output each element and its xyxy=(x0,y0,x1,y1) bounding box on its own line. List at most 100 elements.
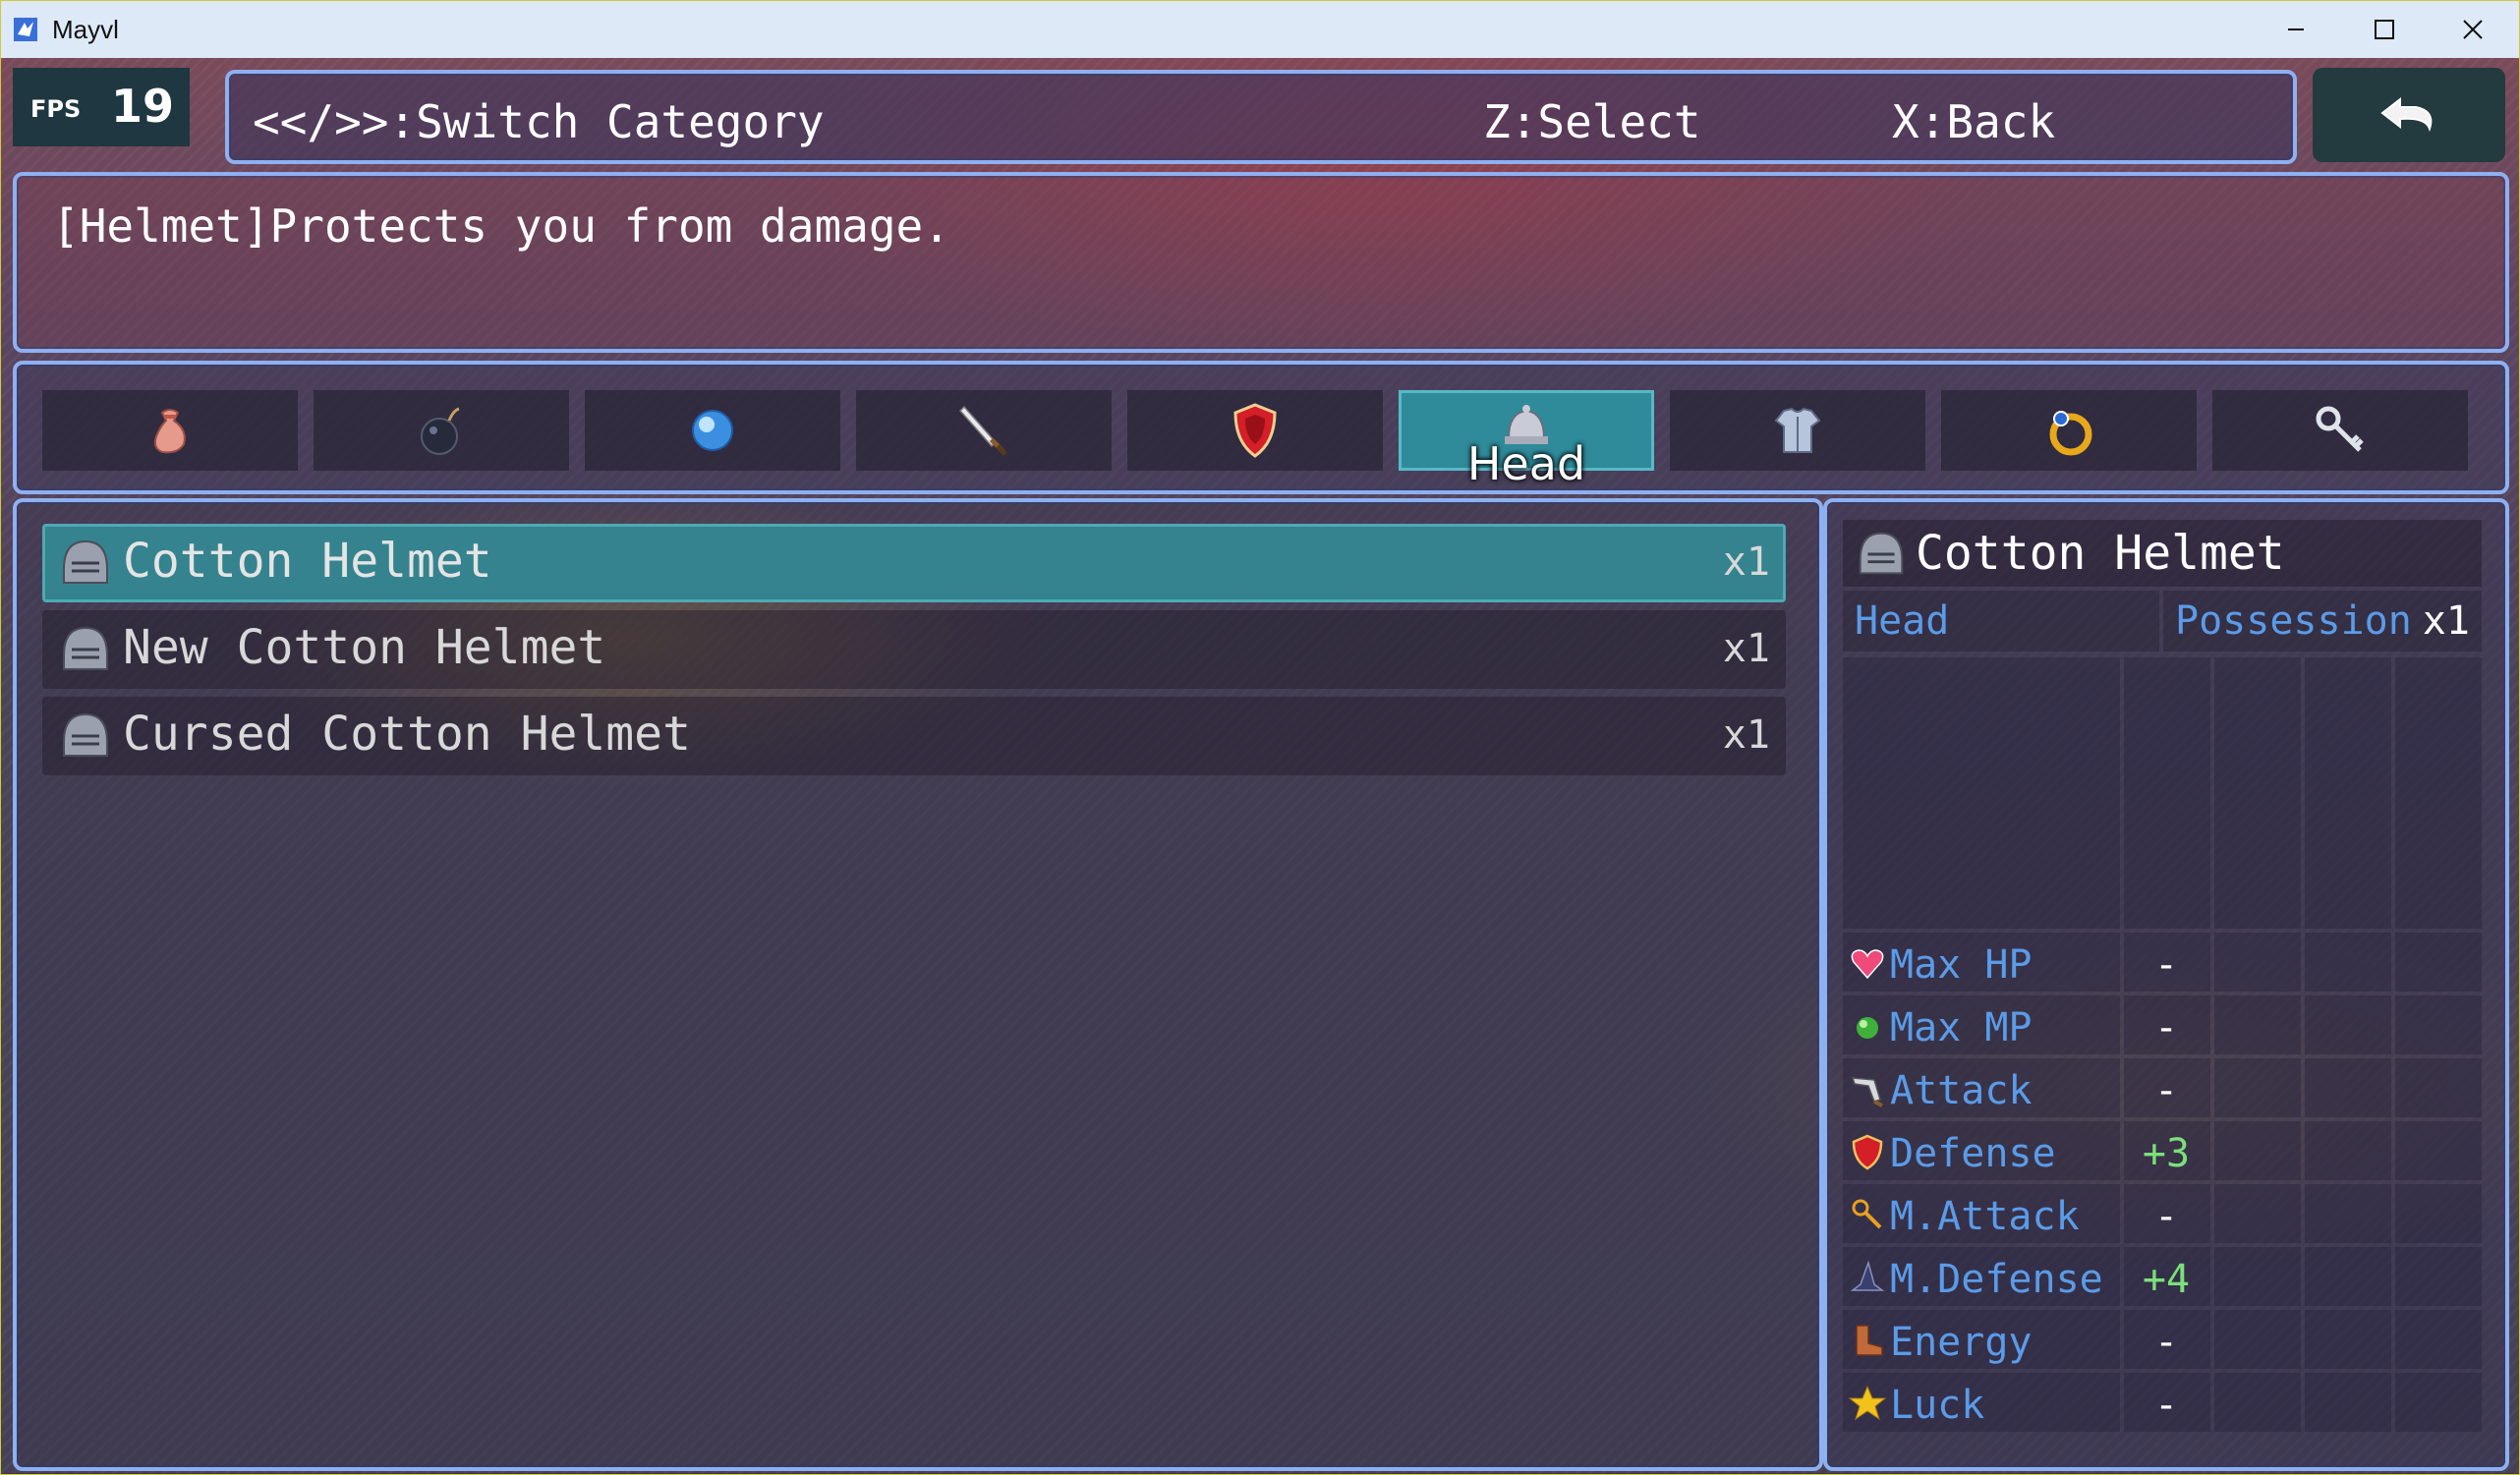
stat-empty-cell xyxy=(2214,1121,2301,1180)
wand-icon xyxy=(1852,1199,1882,1229)
close-button[interactable] xyxy=(2429,1,2517,58)
stat-empty-cell xyxy=(2395,995,2482,1054)
return-arrow-icon xyxy=(2380,96,2433,133)
item-list-window: Cotton Helmet x1 New Cotton Helmet x1 Cu… xyxy=(13,498,1823,1471)
help-select-text: Z:Select xyxy=(1483,95,1701,148)
helmet-icon xyxy=(63,539,108,584)
fps-value: 19 xyxy=(111,80,175,133)
stat-value: - xyxy=(2153,1005,2179,1050)
category-tab-shield[interactable] xyxy=(1127,390,1383,471)
stat-empty-cell xyxy=(2214,995,2301,1054)
stat-empty-cell xyxy=(2395,1310,2482,1369)
stat-name: Max HP xyxy=(1890,942,2033,988)
actor-column xyxy=(2305,657,2391,929)
list-item[interactable]: Cotton Helmet x1 xyxy=(42,524,1786,602)
back-button[interactable] xyxy=(2313,68,2505,162)
category-tab-head[interactable]: Head xyxy=(1399,390,1654,490)
minimize-button[interactable] xyxy=(2252,1,2340,58)
key-icon xyxy=(2316,406,2364,452)
stat-value-cell: - xyxy=(2124,1373,2210,1432)
stat-name: Defense xyxy=(1890,1131,2056,1176)
stat-value-cell: - xyxy=(2124,1310,2210,1369)
category-window: Head xyxy=(13,361,2509,494)
stat-empty-cell xyxy=(2305,1184,2391,1243)
stat-name-cell: M.Attack xyxy=(1843,1184,2120,1243)
category-tab-key-items[interactable] xyxy=(2212,390,2468,471)
help-window: <</>>:Switch Category Z:Select X:Back xyxy=(225,70,2297,164)
detail-possession: Possession x1 xyxy=(2163,591,2482,652)
stat-empty-cell xyxy=(2214,1310,2301,1369)
orb-icon xyxy=(692,410,733,451)
detail-header: Cotton Helmet xyxy=(1843,520,2482,587)
stat-value: +4 xyxy=(2142,1257,2191,1302)
stat-empty-cell xyxy=(2305,1310,2391,1369)
stat-empty-cell xyxy=(2214,1058,2301,1117)
stat-empty-cell xyxy=(2214,1247,2301,1306)
item-quantity: x1 xyxy=(1722,626,1770,671)
attack-icon xyxy=(1851,1077,1883,1107)
helmet-icon xyxy=(63,626,108,670)
stat-name: Max MP xyxy=(1890,1005,2033,1050)
witch-hat-icon xyxy=(1850,1260,1885,1291)
app-icon xyxy=(14,18,37,41)
portrait-cell xyxy=(1843,657,2120,929)
stat-name-cell: Energy xyxy=(1843,1310,2120,1369)
stat-name: M.Defense xyxy=(1890,1257,2103,1302)
stat-value: +3 xyxy=(2142,1131,2191,1176)
stat-value: - xyxy=(2153,1194,2179,1239)
category-tab-accessory[interactable] xyxy=(1941,390,2197,471)
category-tab-head-label: Head xyxy=(1466,437,1586,490)
possession-value: x1 xyxy=(2422,598,2470,644)
stat-empty-cell xyxy=(2214,1373,2301,1432)
stat-name: Attack xyxy=(1890,1068,2033,1113)
potion-bag-icon xyxy=(153,409,186,454)
sword-icon xyxy=(958,405,1007,456)
actor-column xyxy=(2124,657,2210,929)
green-orb-icon xyxy=(1857,1017,1878,1039)
stat-empty-cell xyxy=(2214,933,2301,992)
possession-label: Possession xyxy=(2175,598,2412,644)
shield-icon xyxy=(1233,403,1277,458)
stat-value: - xyxy=(2153,1320,2179,1365)
item-quantity: x1 xyxy=(1722,539,1770,585)
detail-slot: Head xyxy=(1843,591,2159,652)
stat-value-cell: - xyxy=(2124,1184,2210,1243)
fps-counter: FPS 19 xyxy=(13,68,190,146)
stat-name-cell: Attack xyxy=(1843,1058,2120,1117)
heart-icon xyxy=(1851,949,1884,980)
list-item[interactable]: Cursed Cotton Helmet x1 xyxy=(42,697,1786,775)
stat-empty-cell xyxy=(2305,933,2391,992)
stat-value: - xyxy=(2153,942,2179,988)
stat-empty-cell xyxy=(2214,1184,2301,1243)
detail-slot-label: Head xyxy=(1855,598,1950,644)
star-icon xyxy=(1849,1385,1886,1421)
helmet-icon xyxy=(1859,532,1904,575)
stat-empty-cell xyxy=(2395,1247,2482,1306)
category-tab-orb[interactable] xyxy=(585,390,840,471)
help-back-text: X:Back xyxy=(1892,95,2056,148)
help-switch-text: <</>>:Switch Category xyxy=(253,95,825,148)
actor-column xyxy=(2214,657,2301,929)
ring-icon xyxy=(2049,411,2092,456)
maximize-icon xyxy=(2375,20,2394,39)
category-tab-weapon[interactable] xyxy=(856,390,1112,471)
category-tab-body[interactable] xyxy=(1670,390,1925,471)
stat-value-cell: +3 xyxy=(2124,1121,2210,1180)
category-tab-potion[interactable] xyxy=(42,390,298,471)
list-item[interactable]: New Cotton Helmet x1 xyxy=(42,610,1786,689)
stat-empty-cell xyxy=(2395,1184,2482,1243)
stat-name-cell: Max MP xyxy=(1843,995,2120,1054)
stat-name: M.Attack xyxy=(1890,1194,2080,1239)
detail-item-name: Cotton Helmet xyxy=(1916,526,2285,581)
item-description: [Helmet]Protects you from damage. xyxy=(52,199,950,253)
stat-name-cell: M.Defense xyxy=(1843,1247,2120,1306)
stat-value-cell: - xyxy=(2124,995,2210,1054)
item-name: Cursed Cotton Helmet xyxy=(123,707,691,762)
maximize-button[interactable] xyxy=(2340,1,2429,58)
stat-empty-cell xyxy=(2305,1058,2391,1117)
category-tab-bomb[interactable] xyxy=(314,390,569,471)
boots-icon xyxy=(1856,1325,1883,1356)
stat-empty-cell xyxy=(2305,1247,2391,1306)
item-name: New Cotton Helmet xyxy=(123,620,606,675)
stat-name-cell: Defense xyxy=(1843,1121,2120,1180)
